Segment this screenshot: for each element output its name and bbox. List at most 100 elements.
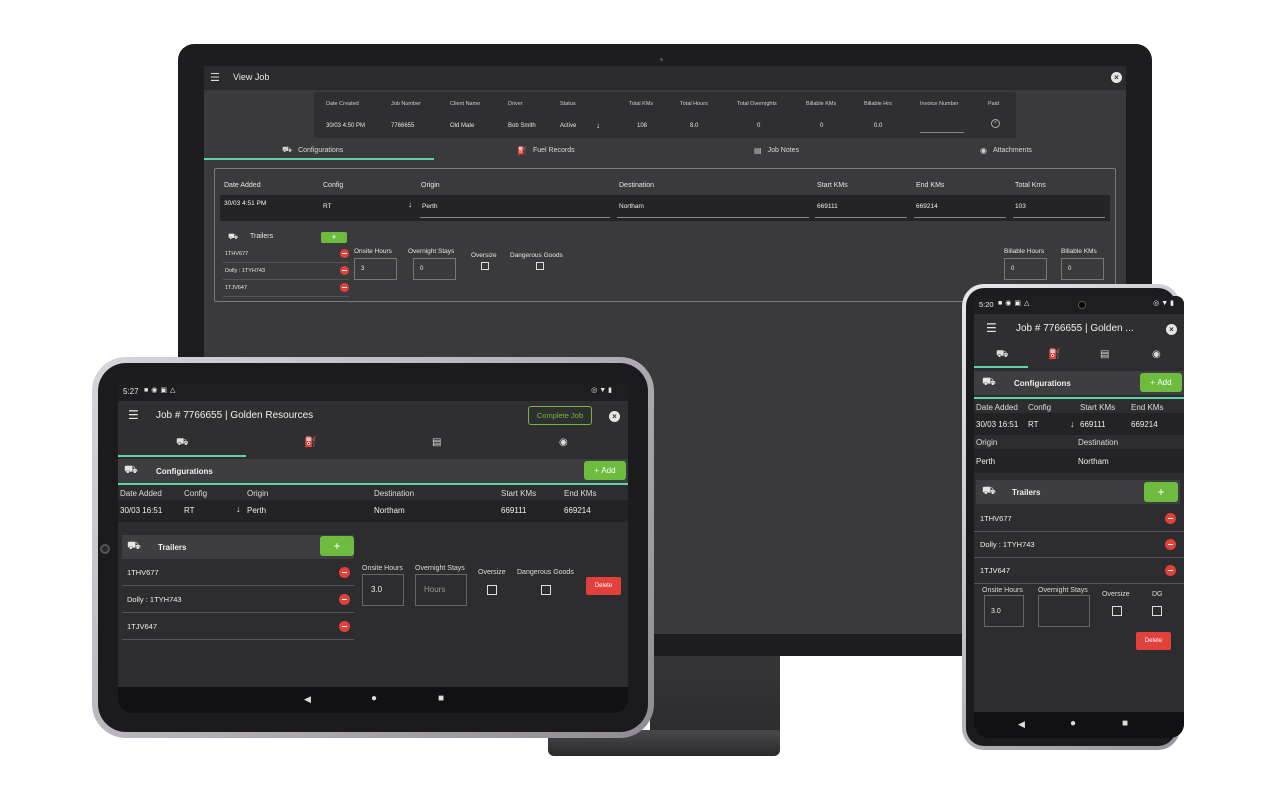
fuel-icon[interactable]: ⛽ bbox=[304, 437, 316, 448]
config-dropdown-icon[interactable]: ↓ bbox=[1070, 419, 1075, 429]
end-kms-value[interactable]: 669214 bbox=[564, 506, 591, 515]
complete-job-button[interactable]: Complete Job bbox=[528, 406, 592, 425]
trailer-row[interactable]: Dolly : 1TYH743 bbox=[223, 263, 349, 280]
add-configuration-button[interactable]: + Add bbox=[1140, 373, 1182, 392]
remove-icon[interactable] bbox=[1165, 539, 1176, 550]
destination-input[interactable]: Northam bbox=[619, 203, 644, 210]
status-dropdown-icon[interactable]: ↓ bbox=[596, 121, 600, 130]
back-icon[interactable]: ◀ bbox=[304, 694, 311, 705]
add-configuration-button[interactable]: + Add bbox=[584, 461, 626, 480]
hamburger-icon[interactable]: ☰ bbox=[128, 408, 139, 422]
close-icon[interactable]: × bbox=[1111, 72, 1122, 83]
configuration-route-row[interactable]: Perth Northam bbox=[974, 449, 1184, 473]
dangerous-goods-checkbox[interactable] bbox=[536, 262, 544, 270]
section-divider bbox=[118, 483, 628, 485]
remove-icon[interactable] bbox=[340, 249, 349, 258]
phone-screen: 5:20 ■◉▣△ ◎▼▮ ☰ Job # 7766655 | Golden .… bbox=[974, 296, 1184, 738]
remove-icon[interactable] bbox=[1165, 513, 1176, 524]
close-icon[interactable]: × bbox=[609, 411, 620, 422]
trailer-row[interactable]: Dolly : 1TYH743 bbox=[974, 532, 1184, 558]
trailer-row[interactable]: 1THV677 bbox=[223, 246, 349, 263]
origin-value: Perth bbox=[976, 457, 996, 466]
tab-fuel-records[interactable]: ⛽ Fuel Records bbox=[517, 140, 575, 160]
plus-icon: + bbox=[594, 466, 602, 475]
fuel-icon[interactable]: ⛽ bbox=[1048, 349, 1060, 360]
add-label: Add bbox=[601, 466, 616, 475]
dg-label: DG bbox=[1152, 591, 1163, 598]
remove-icon[interactable] bbox=[339, 621, 350, 632]
home-icon[interactable]: ● bbox=[371, 693, 377, 704]
delete-button[interactable]: Delete bbox=[586, 577, 621, 595]
overnight-stays-input[interactable]: 0 bbox=[413, 258, 456, 280]
recents-icon[interactable]: ■ bbox=[438, 693, 444, 704]
origin-value[interactable]: Perth bbox=[247, 506, 266, 515]
trailers-label: Trailers bbox=[1012, 488, 1041, 497]
input-underline bbox=[1013, 217, 1105, 218]
end-kms-input[interactable]: 669214 bbox=[916, 203, 938, 210]
add-trailer-button[interactable]: + bbox=[320, 536, 354, 556]
home-icon[interactable]: ● bbox=[1070, 718, 1076, 729]
remove-icon[interactable] bbox=[1165, 565, 1176, 576]
tab-configurations[interactable]: ⛟ Configurations bbox=[282, 140, 343, 160]
start-kms-input[interactable]: 669111 bbox=[817, 203, 838, 210]
trailer-row[interactable]: 1THV677 bbox=[122, 559, 354, 586]
config-dropdown-icon[interactable]: ↓ bbox=[408, 200, 412, 209]
recents-icon[interactable]: ■ bbox=[1122, 718, 1128, 729]
overnight-stays-input[interactable] bbox=[1038, 595, 1090, 627]
remove-icon[interactable] bbox=[339, 567, 350, 578]
back-icon[interactable]: ◀ bbox=[1018, 719, 1025, 730]
column-header: Origin bbox=[421, 182, 440, 189]
truck-icon[interactable]: ⛟ bbox=[996, 349, 1009, 362]
billable-kms-label: Billable KMs bbox=[1061, 248, 1097, 255]
config-dropdown-icon[interactable]: ↓ bbox=[236, 504, 241, 514]
trailer-row[interactable]: 1TJV647 bbox=[974, 558, 1184, 584]
remove-icon[interactable] bbox=[340, 266, 349, 275]
onsite-hours-input[interactable]: 3.0 bbox=[362, 574, 404, 606]
close-icon[interactable]: × bbox=[1166, 324, 1177, 335]
billable-kms-input[interactable]: 0 bbox=[1061, 258, 1104, 280]
configuration-row[interactable]: 30/03 16:51 RT ↓ Perth Northam 669111 66… bbox=[118, 500, 628, 522]
hamburger-icon[interactable]: ☰ bbox=[986, 321, 997, 335]
input-underline bbox=[420, 217, 610, 218]
billable-hours-input[interactable]: 0 bbox=[1004, 258, 1047, 280]
dg-checkbox[interactable] bbox=[1152, 606, 1162, 616]
document-icon[interactable]: ▤ bbox=[1100, 349, 1109, 360]
paid-toggle-icon[interactable]: × bbox=[991, 119, 1000, 128]
status-time: 5:27 bbox=[123, 387, 139, 396]
notification-icons: ■◉▣△ bbox=[144, 387, 179, 394]
document-icon[interactable]: ▤ bbox=[432, 437, 441, 448]
truck-icon[interactable]: ⛟ bbox=[176, 437, 189, 450]
tab-job-notes[interactable]: ▤ Job Notes bbox=[754, 140, 799, 160]
add-trailer-button[interactable]: + bbox=[321, 232, 347, 243]
delete-button[interactable]: Delete bbox=[1136, 632, 1171, 650]
configuration-row[interactable]: 30/03 16:51 RT ↓ 669111 669214 bbox=[974, 413, 1184, 435]
trailer-row[interactable]: 1TJV647 bbox=[223, 280, 349, 297]
invoice-number-input[interactable] bbox=[920, 132, 964, 133]
tab-label: Configurations bbox=[298, 146, 344, 154]
onsite-hours-input[interactable]: 3 bbox=[354, 258, 397, 280]
tab-attachments[interactable]: ◉ Attachments bbox=[980, 140, 1032, 160]
onsite-hours-input[interactable]: 3.0 bbox=[984, 595, 1024, 627]
destination-value[interactable]: Northam bbox=[374, 506, 405, 515]
remove-icon[interactable] bbox=[339, 594, 350, 605]
trailer-label: 1THV677 bbox=[980, 514, 1012, 523]
start-kms-value[interactable]: 669111 bbox=[501, 506, 527, 515]
camera-icon[interactable]: ◉ bbox=[1152, 349, 1161, 360]
add-trailer-button[interactable]: + bbox=[1144, 482, 1178, 502]
desktop-app-bar: ☰ View Job × bbox=[204, 66, 1126, 90]
oversize-checkbox[interactable] bbox=[487, 585, 497, 595]
oversize-checkbox[interactable] bbox=[1112, 606, 1122, 616]
trailer-label: 1TJV647 bbox=[127, 622, 158, 631]
tablet-camera bbox=[100, 544, 110, 554]
hamburger-icon[interactable]: ☰ bbox=[210, 71, 220, 84]
oversize-checkbox[interactable] bbox=[481, 262, 489, 270]
origin-input[interactable]: Perth bbox=[422, 203, 438, 210]
trailer-row[interactable]: Dolly : 1TYH743 bbox=[122, 586, 354, 613]
trailer-row[interactable]: 1THV677 bbox=[974, 506, 1184, 532]
trailer-row[interactable]: 1TJV647 bbox=[122, 613, 354, 640]
overnight-stays-input[interactable]: Hours bbox=[415, 574, 467, 606]
camera-icon[interactable]: ◉ bbox=[559, 437, 568, 448]
dangerous-goods-checkbox[interactable] bbox=[541, 585, 551, 595]
configuration-row[interactable]: 30/03 4:51 PM RT ↓ Perth Northam 669111 … bbox=[220, 195, 1110, 221]
remove-icon[interactable] bbox=[340, 283, 349, 292]
